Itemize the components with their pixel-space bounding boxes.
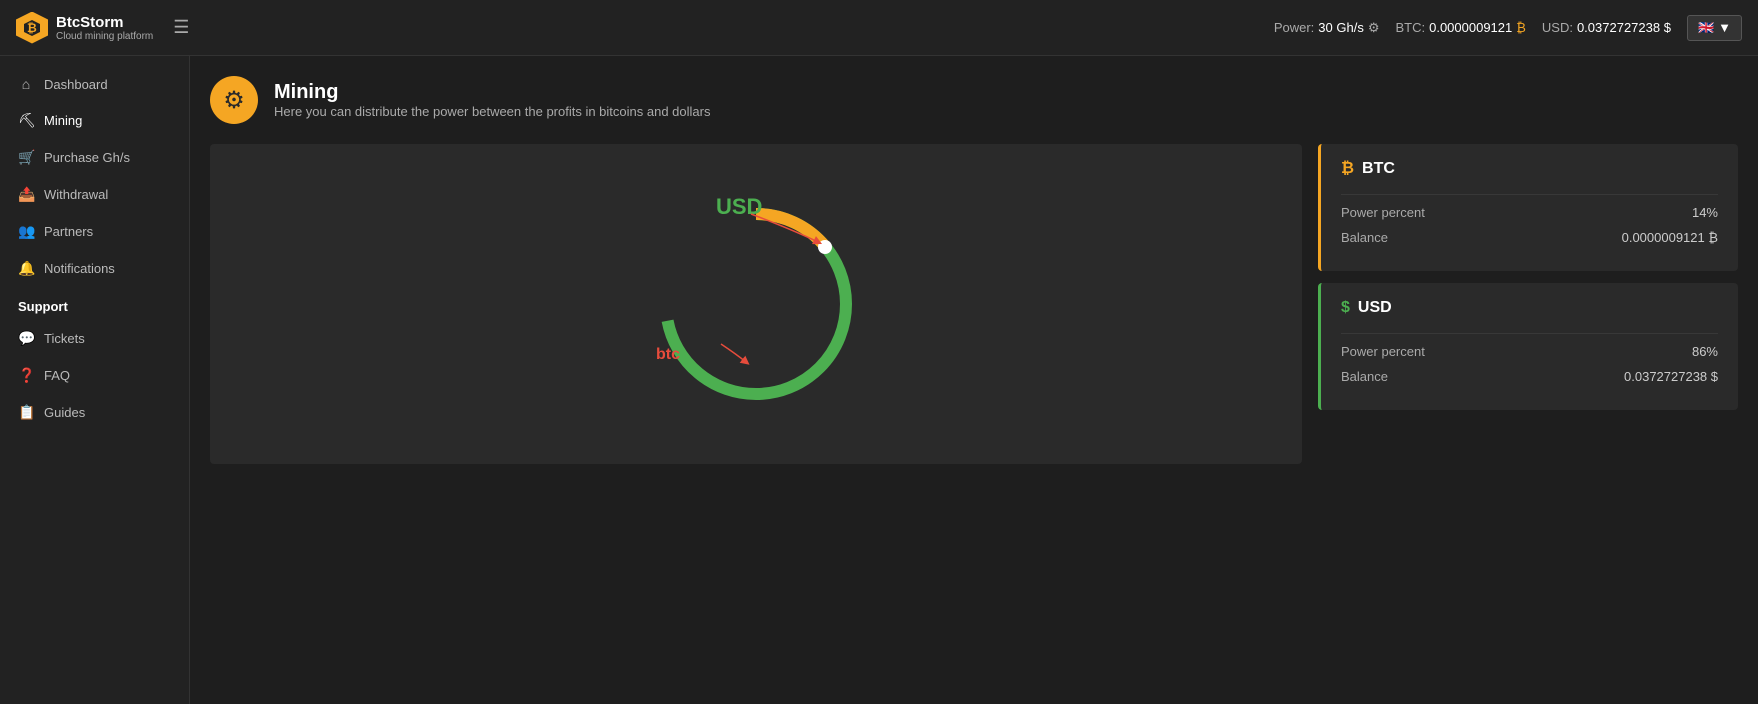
btc-icon: ₿	[1341, 160, 1354, 178]
stats-panels: ₿ BTC Power percent 14% Balance 0.000000…	[1318, 144, 1738, 464]
logo-icon: ₿	[16, 12, 48, 44]
power-label: Power:	[1274, 20, 1314, 35]
donut-chart[interactable]: USD btc	[636, 184, 876, 424]
btc-symbol: ₿	[1516, 20, 1526, 35]
usd-balance-row: Balance 0.0372727238 $	[1341, 369, 1718, 384]
withdrawal-icon: 📤	[18, 186, 34, 203]
btc-stat: BTC: 0.0000009121 ₿	[1395, 20, 1525, 35]
usd-chart-label: USD	[716, 194, 762, 220]
page-header-icon: ⚙	[210, 76, 258, 124]
purchase-icon: 🛒	[18, 149, 34, 166]
power-stat: Power: 30 Gh/s ⚙	[1274, 20, 1380, 36]
btc-label: BTC:	[1395, 20, 1425, 35]
btc-card-title: ₿ BTC	[1341, 160, 1718, 178]
home-icon: ⌂	[18, 76, 34, 92]
svg-text:₿: ₿	[27, 21, 37, 35]
usd-label: USD:	[1542, 20, 1573, 35]
content-row: USD btc	[210, 144, 1738, 464]
usd-balance-value: 0.0372727238 $	[1624, 369, 1718, 384]
sidebar: ⌂ Dashboard ⛏ Mining 🛒 Purchase Gh/s 📤 W…	[0, 56, 190, 704]
logo-title: BtcStorm	[56, 14, 153, 31]
page-header-text: Mining Here you can distribute the power…	[274, 81, 710, 119]
chevron-down-icon: ▼	[1718, 20, 1731, 35]
sidebar-label-faq: FAQ	[44, 368, 70, 383]
flag-icon: 🇬🇧	[1698, 20, 1714, 36]
btc-value: 0.0000009121	[1429, 20, 1512, 35]
power-value: 30 Gh/s	[1318, 20, 1364, 35]
btc-power-row: Power percent 14%	[1341, 205, 1718, 220]
usd-power-value: 86%	[1692, 344, 1718, 359]
sidebar-item-notifications[interactable]: 🔔 Notifications	[0, 250, 189, 287]
donut-svg	[636, 184, 876, 424]
sidebar-item-faq[interactable]: ❓ FAQ	[0, 357, 189, 394]
topbar: ₿ BtcStorm Cloud mining platform ☰ Power…	[0, 0, 1758, 56]
sidebar-item-guides[interactable]: 📋 Guides	[0, 394, 189, 431]
faq-icon: ❓	[18, 367, 34, 384]
language-selector[interactable]: 🇬🇧 ▼	[1687, 15, 1742, 41]
btc-balance-label: Balance	[1341, 230, 1388, 245]
btc-card-title-text: BTC	[1362, 160, 1395, 178]
chart-panel: USD btc	[210, 144, 1302, 464]
sidebar-item-dashboard[interactable]: ⌂ Dashboard	[0, 66, 189, 102]
btc-divider	[1341, 194, 1718, 195]
sidebar-label-dashboard: Dashboard	[44, 77, 108, 92]
sidebar-label-withdrawal: Withdrawal	[44, 187, 108, 202]
page-subtitle: Here you can distribute the power betwee…	[274, 104, 710, 119]
sidebar-item-purchase[interactable]: 🛒 Purchase Gh/s	[0, 139, 189, 176]
power-icon: ⚙	[1368, 20, 1380, 36]
logo-subtitle: Cloud mining platform	[56, 31, 153, 42]
bell-icon: 🔔	[18, 260, 34, 277]
usd-icon: $	[1341, 299, 1350, 317]
topbar-right: Power: 30 Gh/s ⚙ BTC: 0.0000009121 ₿ USD…	[1274, 15, 1742, 41]
sidebar-label-notifications: Notifications	[44, 261, 115, 276]
topbar-left: ₿ BtcStorm Cloud mining platform ☰	[16, 12, 189, 44]
page-header: ⚙ Mining Here you can distribute the pow…	[210, 76, 1738, 124]
layout: ⌂ Dashboard ⛏ Mining 🛒 Purchase Gh/s 📤 W…	[0, 56, 1758, 704]
usd-card-title-text: USD	[1358, 299, 1392, 317]
btc-chart-label: btc	[656, 346, 680, 364]
sidebar-label-mining: Mining	[44, 113, 82, 128]
usd-value: 0.0372727238 $	[1577, 20, 1671, 35]
usd-power-label: Power percent	[1341, 344, 1425, 359]
sidebar-label-partners: Partners	[44, 224, 93, 239]
usd-divider	[1341, 333, 1718, 334]
main-content: ⚙ Mining Here you can distribute the pow…	[190, 56, 1758, 704]
sidebar-item-partners[interactable]: 👥 Partners	[0, 213, 189, 250]
sidebar-label-guides: Guides	[44, 405, 85, 420]
menu-toggle[interactable]: ☰	[173, 17, 189, 38]
btc-power-label: Power percent	[1341, 205, 1425, 220]
usd-stat: USD: 0.0372727238 $	[1542, 20, 1671, 35]
drag-handle	[818, 240, 832, 254]
btc-power-value: 14%	[1692, 205, 1718, 220]
gear-icon: ⚙	[223, 86, 245, 115]
logo-text: BtcStorm Cloud mining platform	[56, 14, 153, 42]
usd-power-row: Power percent 86%	[1341, 344, 1718, 359]
sidebar-label-tickets: Tickets	[44, 331, 85, 346]
tickets-icon: 💬	[18, 330, 34, 347]
sidebar-item-mining[interactable]: ⛏ Mining	[0, 102, 189, 139]
partners-icon: 👥	[18, 223, 34, 240]
guides-icon: 📋	[18, 404, 34, 421]
btc-balance-value: 0.0000009121 ₿	[1622, 230, 1718, 245]
mining-icon: ⛏	[18, 112, 34, 129]
usd-card-title: $ USD	[1341, 299, 1718, 317]
sidebar-item-tickets[interactable]: 💬 Tickets	[0, 320, 189, 357]
support-section-label: Support	[0, 287, 189, 320]
sidebar-label-purchase: Purchase Gh/s	[44, 150, 130, 165]
btc-balance-row: Balance 0.0000009121 ₿	[1341, 230, 1718, 245]
btc-card: ₿ BTC Power percent 14% Balance 0.000000…	[1318, 144, 1738, 271]
logo: ₿ BtcStorm Cloud mining platform	[16, 12, 153, 44]
page-title: Mining	[274, 81, 710, 104]
usd-card: $ USD Power percent 86% Balance 0.037272…	[1318, 283, 1738, 410]
sidebar-item-withdrawal[interactable]: 📤 Withdrawal	[0, 176, 189, 213]
usd-balance-label: Balance	[1341, 369, 1388, 384]
